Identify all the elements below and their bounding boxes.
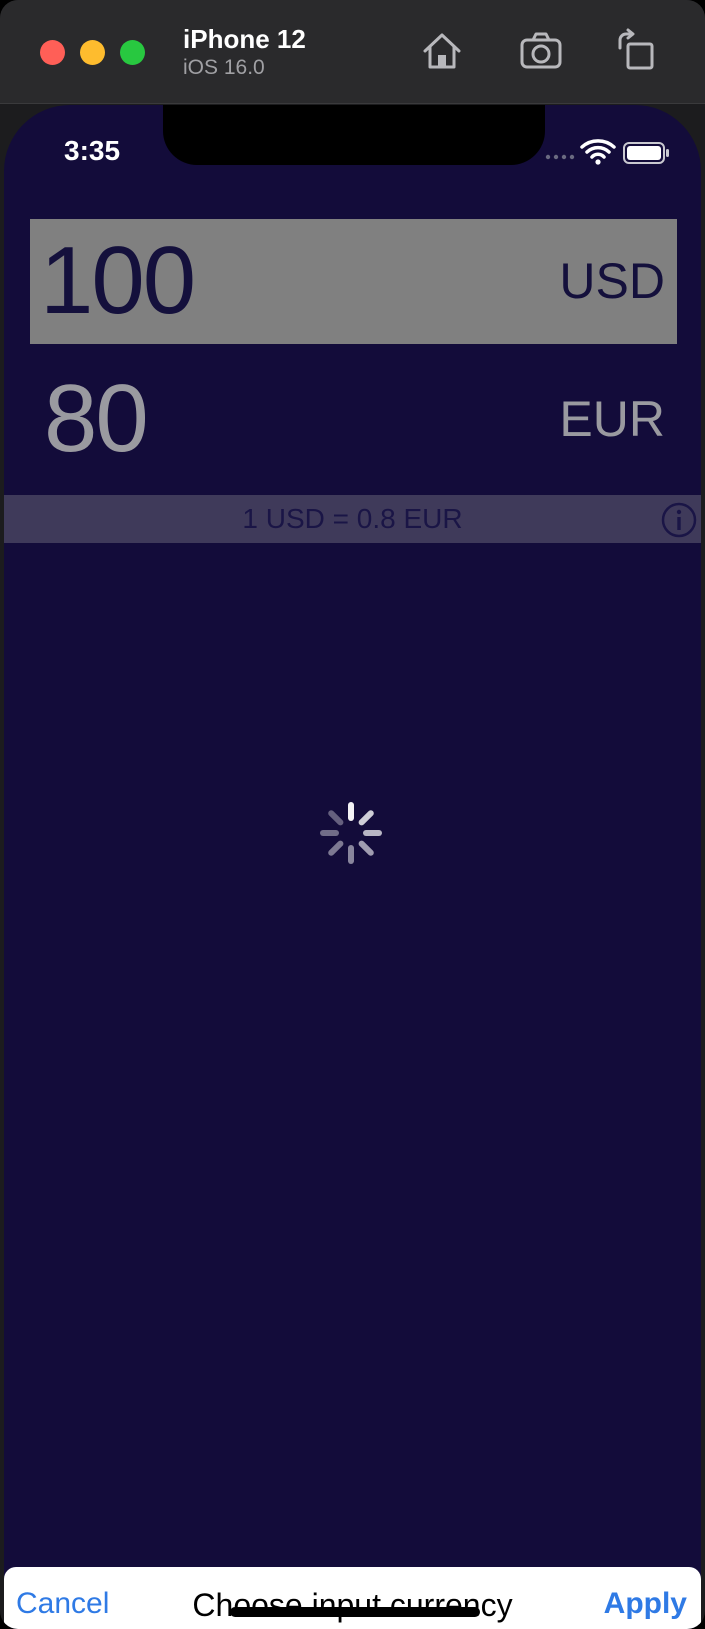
home-indicator[interactable] (230, 1607, 480, 1617)
os-version: iOS 16.0 (183, 56, 265, 79)
output-currency-label[interactable]: EUR (559, 391, 665, 447)
input-currency-label[interactable]: USD (559, 253, 665, 309)
device-notch (163, 105, 545, 165)
status-bar-time: 3:35 (64, 135, 121, 166)
exchange-rate-bar: 1 USD = 0.8 EUR (4, 495, 701, 543)
info-icon[interactable] (660, 501, 698, 539)
zoom-window-button[interactable] (120, 40, 145, 65)
wifi-icon (580, 139, 616, 165)
output-amount-row[interactable]: 80 EUR (30, 355, 677, 480)
exchange-rate-text: 1 USD = 0.8 EUR (242, 503, 463, 534)
input-amount-value[interactable]: 100 (40, 231, 196, 331)
simulator-titlebar: iPhone 12 iOS 16.0 (0, 0, 705, 104)
picker-title: Choose input currency (192, 1587, 513, 1623)
apply-button[interactable]: Apply (604, 1587, 687, 1621)
status-bar-icons (545, 139, 669, 165)
battery-icon (623, 142, 669, 164)
activity-spinner-icon (320, 802, 382, 864)
simulator-window: iPhone 12 iOS 16.0 3:35 100 USD 80 EUR 1… (0, 0, 705, 1629)
input-amount-row[interactable]: 100 USD (30, 219, 677, 344)
device-screen: 3:35 100 USD 80 EUR 1 USD = 0.8 EUR Canc… (4, 105, 701, 1629)
device-name: iPhone 12 (183, 24, 306, 54)
camera-icon[interactable] (518, 28, 564, 74)
output-amount-value: 80 (44, 365, 149, 472)
close-window-button[interactable] (40, 40, 65, 65)
minimize-window-button[interactable] (80, 40, 105, 65)
cellular-signal-icon (545, 154, 575, 160)
currency-picker-sheet: Cancel Choose input currency Apply (4, 1567, 701, 1629)
rotate-icon[interactable] (612, 28, 658, 74)
home-icon[interactable] (419, 28, 465, 74)
